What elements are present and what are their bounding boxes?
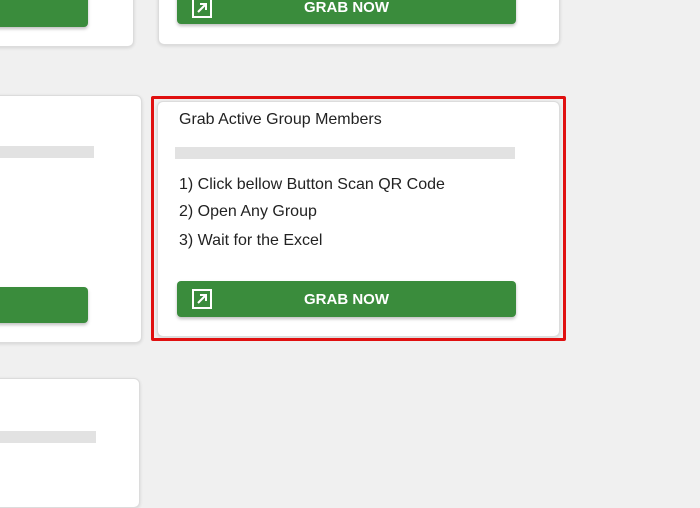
placeholder-bar [175, 147, 515, 159]
instruction-step-3: 3) Wait for the Excel [179, 232, 323, 249]
grab-now-button-top-left[interactable] [0, 0, 88, 27]
instruction-step-2: 2) Open Any Group [179, 203, 317, 220]
external-link-icon [192, 289, 212, 309]
grab-now-button-mid-left[interactable] [0, 287, 88, 323]
placeholder-bar [0, 146, 94, 158]
grab-now-button[interactable]: GRAB NOW [177, 281, 516, 317]
instruction-step-1: 1) Click bellow Button Scan QR Code [179, 176, 445, 193]
grab-now-button-top-right[interactable]: GRAB NOW [177, 0, 516, 24]
grab-now-label: GRAB NOW [304, 290, 389, 308]
placeholder-bar [0, 431, 96, 443]
external-link-icon [192, 0, 212, 18]
card-grab-active-group-members: Grab Active Group Members 1) Click bello… [157, 101, 560, 337]
card-top-left [0, 0, 134, 47]
card-title: Grab Active Group Members [179, 111, 382, 128]
card-mid-left [0, 95, 142, 343]
card-top-right: GRAB NOW [158, 0, 560, 45]
card-bottom-left [0, 378, 140, 508]
grab-now-label: GRAB NOW [304, 0, 389, 16]
